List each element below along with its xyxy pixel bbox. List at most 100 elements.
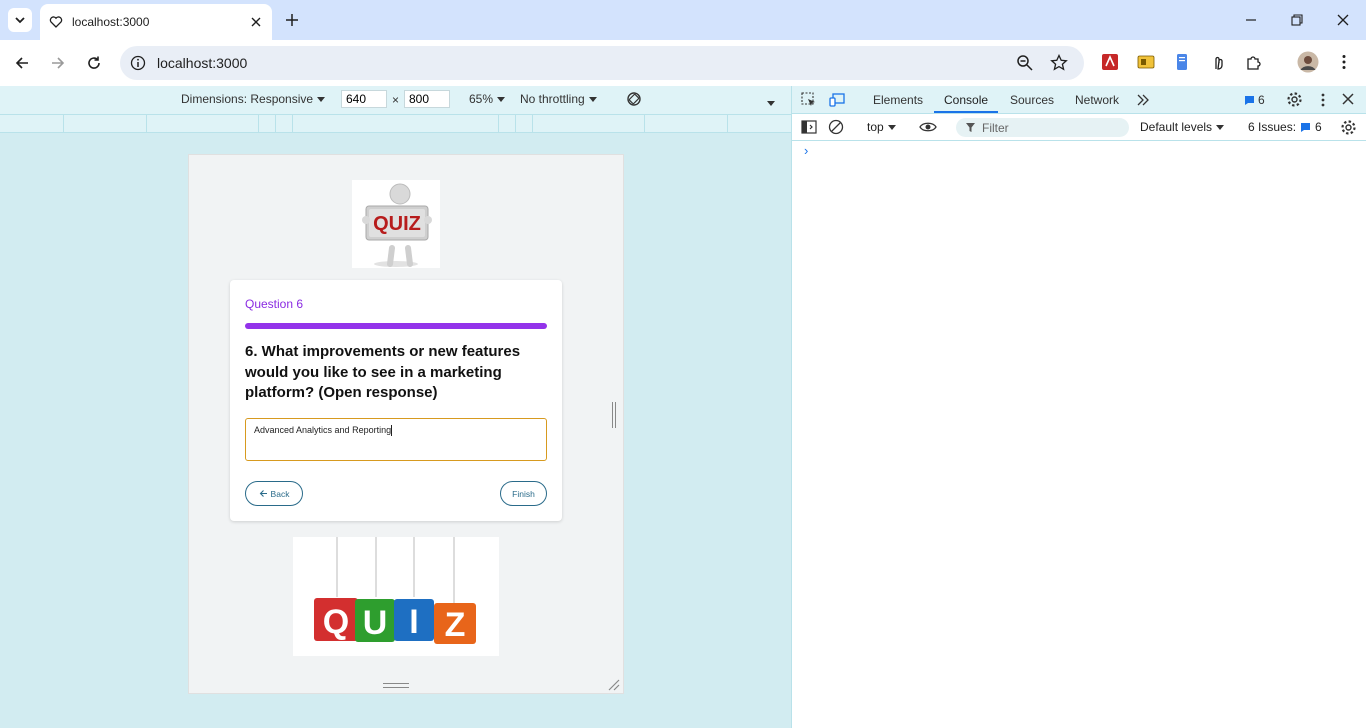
more-options-caret-icon[interactable] [767,96,775,110]
back-nav-button[interactable] [10,51,34,75]
dimensions-dropdown[interactable]: Dimensions: Responsive [181,92,326,106]
site-info-icon[interactable] [128,53,148,73]
issues-counter[interactable]: 6 Issues: 6 [1248,120,1322,134]
reload-button[interactable] [82,51,106,75]
log-levels-label: Default levels [1140,120,1213,134]
extension-folder-icon[interactable] [1137,53,1155,71]
filter-funnel-icon [966,123,975,132]
browser-toolbar: localhost:3000 [0,40,1366,86]
tab-elements[interactable]: Elements [873,93,923,107]
reload-icon [88,56,100,69]
throttling-label: No throttling [520,92,585,106]
devtools-menu-icon[interactable] [1316,92,1330,108]
forward-nav-button[interactable] [46,51,70,75]
devtools-tabbar: Elements Console Sources Network 6 [792,86,1366,114]
more-tabs-chevron-icon[interactable] [1136,94,1150,106]
browser-menu-icon[interactable] [1335,53,1353,71]
tab-strip: localhost:3000 [0,0,1366,40]
viewport-resize-handle-bottom[interactable] [383,683,409,688]
answer-textarea[interactable]: Advanced Analytics and Reporting [245,418,547,461]
minimize-button[interactable] [1228,0,1274,40]
url-text: localhost:3000 [157,55,248,71]
letter-q: Q [323,603,349,641]
caret-down-icon [317,97,326,103]
bookmark-star-icon[interactable] [1050,53,1068,72]
log-levels-dropdown[interactable]: Default levels [1140,120,1225,134]
browser-tab[interactable]: localhost:3000 [40,4,272,40]
console-filter-input[interactable]: Filter [956,118,1129,137]
tab-console[interactable]: Console [944,93,988,107]
extension-red-icon[interactable] [1101,53,1119,71]
console-settings-gear-icon[interactable] [1340,119,1357,139]
caret-down-icon [497,97,506,103]
viewport-resize-corner-icon[interactable] [607,678,621,692]
device-toggle-icon[interactable] [829,92,845,108]
restore-icon [1291,14,1303,26]
width-input[interactable] [341,90,387,108]
caret-down-icon [588,97,597,103]
finish-button-label: Finish [512,488,535,499]
message-icon [1245,95,1254,105]
back-button-label: Back [270,488,290,499]
quiz-sign-text: QUIZ [373,213,421,235]
console-prompt[interactable]: › [804,143,808,158]
profile-avatar[interactable] [1297,51,1319,73]
heart-favicon-icon [48,14,64,30]
address-bar[interactable]: localhost:3000 [120,46,1084,80]
extension-touch-icon[interactable] [1209,53,1227,71]
close-devtools-icon[interactable] [1342,93,1354,105]
answer-text: Advanced Analytics and Reporting [254,425,392,435]
progress-fill [245,323,547,329]
filter-placeholder: Filter [982,121,1009,135]
times-sign: × [392,93,400,107]
question-text: 6. What improvements or new features wou… [245,343,521,401]
sidebar-toggle-icon[interactable] [801,119,817,138]
tab-title: localhost:3000 [72,15,150,29]
tab-close-icon[interactable] [248,14,264,30]
clear-console-icon[interactable] [828,119,844,138]
device-toolbar: Dimensions: Responsive × 65% No throttli… [0,86,791,114]
zoom-icon[interactable] [1016,54,1034,72]
console-toolbar: top Filter Default levels 6 Issues: 6 [792,114,1366,141]
issue-message-icon [1301,122,1311,132]
caret-down-icon [887,125,896,131]
dimensions-label: Dimensions: Responsive [181,92,314,106]
quiz-letters-image: Q U I Z [293,537,499,656]
viewport-resize-handle-right[interactable] [612,402,616,428]
letter-i: I [409,603,418,641]
progress-bar [245,323,547,329]
minimize-icon [1246,19,1256,21]
extensions-puzzle-icon[interactable] [1245,53,1263,71]
context-selector[interactable]: top [867,120,896,134]
devtools-panel: Elements Console Sources Network 6 top F… [791,86,1366,728]
finish-button[interactable]: Finish [500,481,547,506]
tab-sources[interactable]: Sources [1010,93,1054,107]
settings-gear-icon[interactable] [1286,91,1303,108]
restore-button[interactable] [1274,0,1320,40]
tab-network[interactable]: Network [1075,93,1119,107]
inspect-element-icon[interactable] [801,92,817,108]
context-label: top [867,120,884,134]
height-input[interactable] [404,90,450,108]
new-tab-button[interactable] [282,10,302,30]
arrow-left-icon [15,57,28,69]
chevron-down-icon [15,17,25,24]
extension-docs-icon[interactable] [1173,53,1191,71]
live-expression-eye-icon[interactable] [919,119,937,138]
caret-down-icon [1216,125,1225,131]
messages-badge[interactable]: 6 [1244,93,1265,107]
close-window-button[interactable] [1320,0,1366,40]
media-query-ruler [0,114,791,134]
arrow-left-icon [259,490,267,497]
tab-search-button[interactable] [8,8,32,32]
question-card: Question 6 6. What improvements or new f… [230,280,562,521]
back-button[interactable]: Back [245,481,303,506]
letter-u: U [363,604,388,642]
plus-icon [286,14,298,26]
question-number-label: Question 6 [245,297,304,311]
arrow-right-icon [52,57,65,69]
zoom-dropdown[interactable]: 65% [469,92,506,106]
issues-count: 6 [1315,120,1322,134]
rotate-icon[interactable] [625,90,643,108]
throttling-dropdown[interactable]: No throttling [520,92,597,106]
